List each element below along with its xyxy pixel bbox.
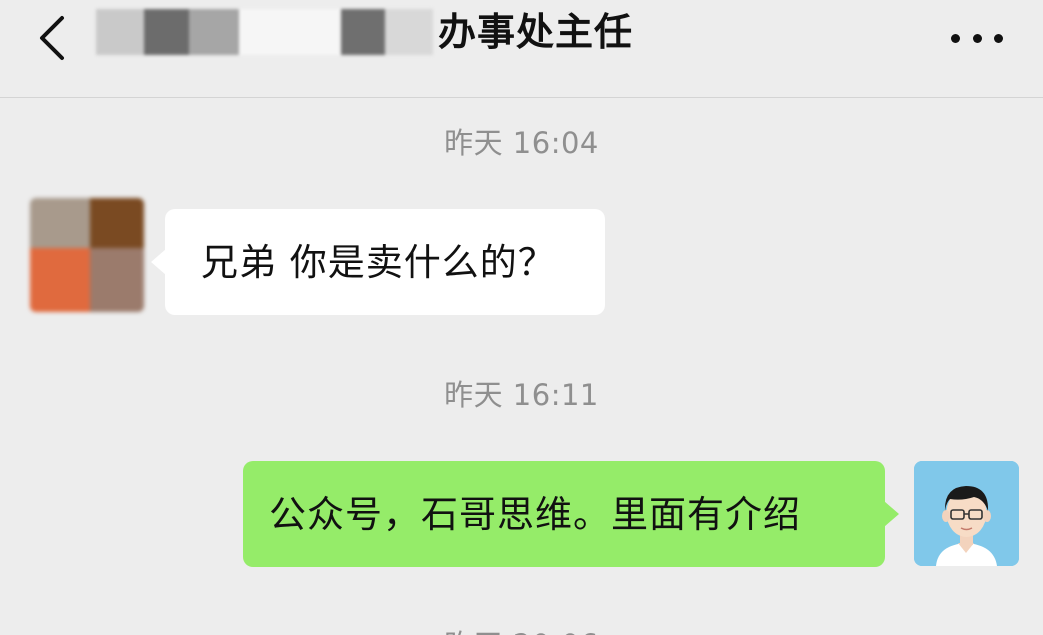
- chat-title[interactable]: 办事处主任: [96, 6, 633, 58]
- person-with-glasses-icon: [914, 461, 1019, 566]
- incoming-message-bubble[interactable]: 兄弟 你是卖什么的？: [151, 209, 605, 315]
- message-text: 兄弟 你是卖什么的？: [201, 240, 556, 284]
- chevron-left-icon[interactable]: [26, 8, 78, 64]
- cartoon-avatar[interactable]: [914, 461, 1019, 566]
- timestamp: 昨天 16:04: [444, 126, 599, 160]
- chat-title-text: 办事处主任: [438, 10, 634, 54]
- blurred-avatar[interactable]: [30, 198, 144, 312]
- timestamp: 昨天 20:06: [0, 622, 1043, 635]
- more-dots-icon[interactable]: [951, 26, 1003, 50]
- outgoing-message-bubble[interactable]: 公众号，石哥思维。里面有介绍: [243, 461, 899, 567]
- chat-header: 办事处主任: [0, 0, 1043, 98]
- redacted-title-prefix: [96, 9, 436, 55]
- timestamp: 昨天 16:11: [444, 378, 599, 412]
- message-text: 公众号，石哥思维。里面有介绍: [269, 492, 801, 536]
